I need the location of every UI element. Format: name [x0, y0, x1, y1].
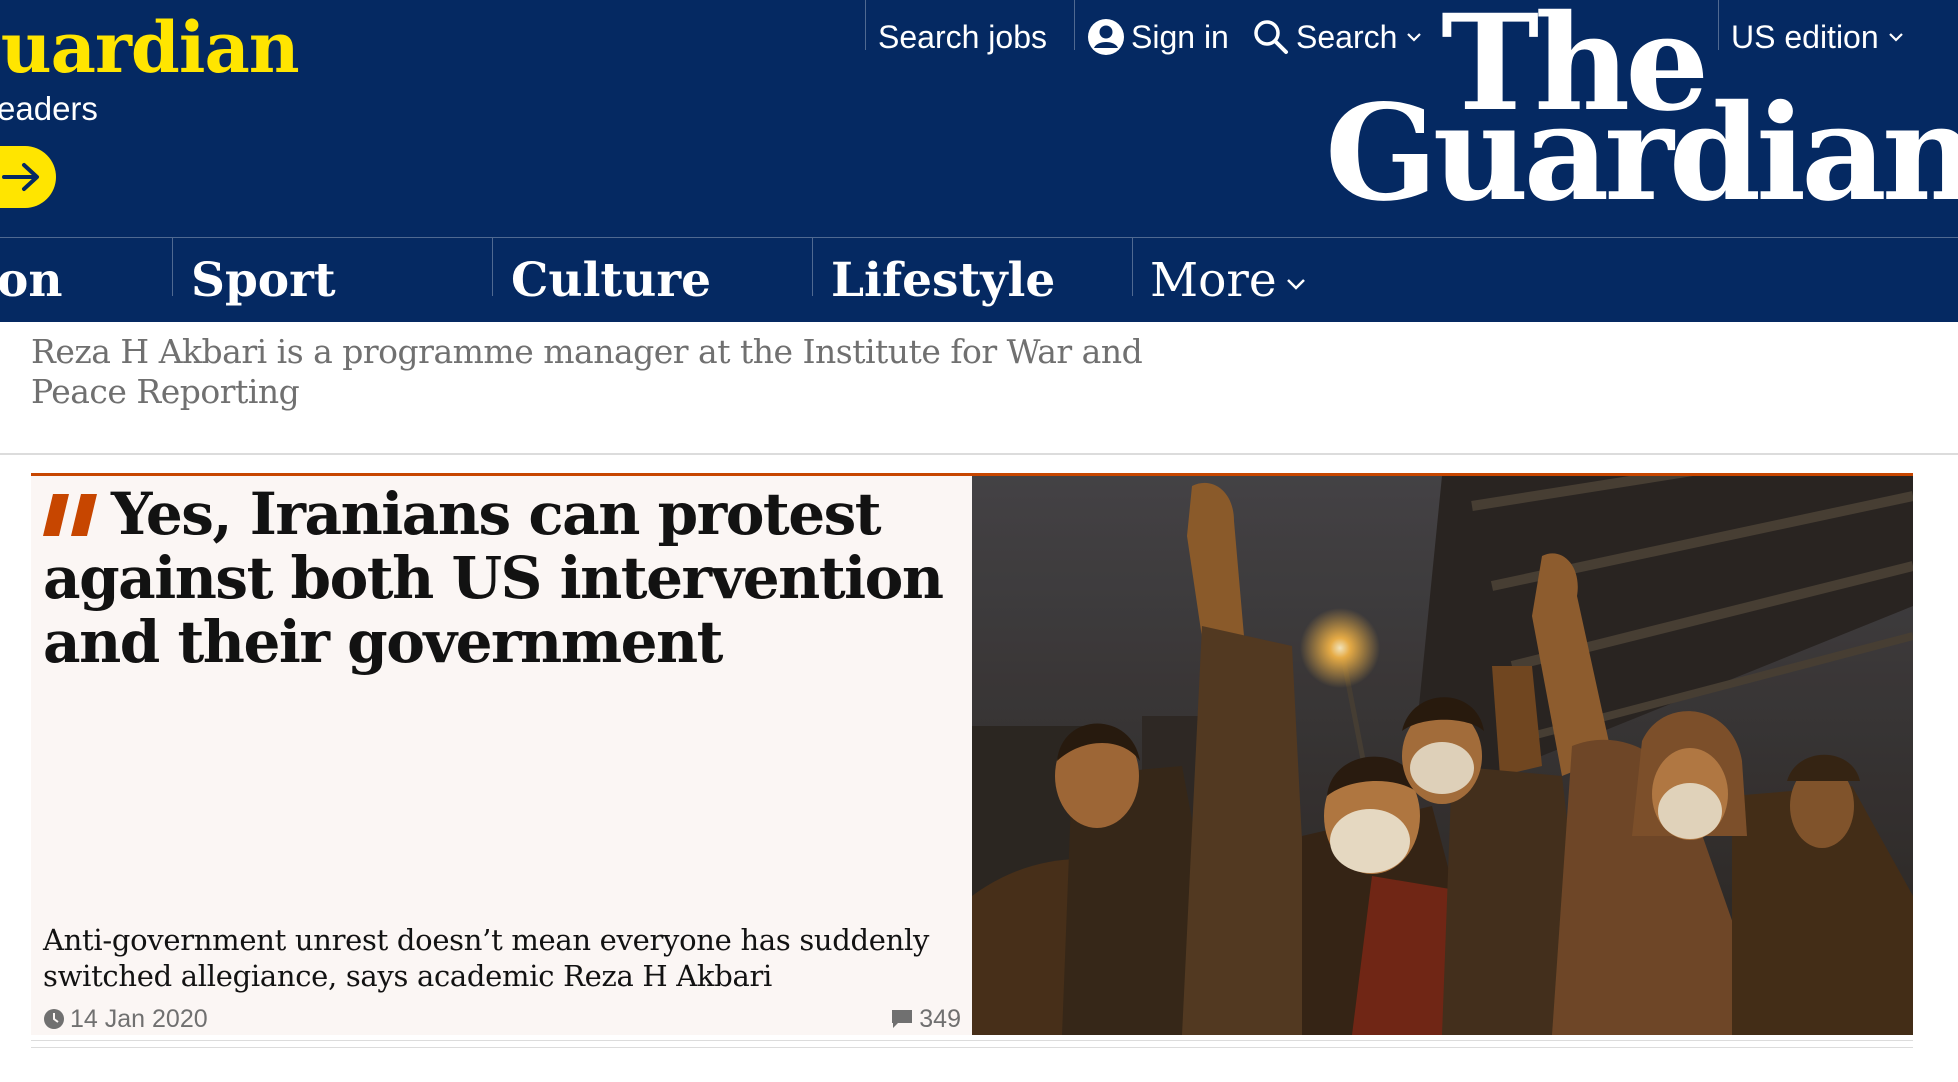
- masthead: Guardian by readers Search jobs Sign in …: [0, 0, 1958, 237]
- nav-item-opinion[interactable]: on: [0, 238, 63, 323]
- comment-count[interactable]: 349: [890, 1005, 961, 1034]
- search-jobs-link[interactable]: Search jobs: [878, 12, 1047, 62]
- search-jobs-label: Search jobs: [878, 18, 1047, 55]
- primary-nav: on Sport Culture Lifestyle More: [0, 237, 1958, 322]
- nav-divider: [492, 238, 493, 296]
- nav-item-sport[interactable]: Sport: [191, 238, 336, 323]
- article-image[interactable]: [972, 476, 1913, 1035]
- logo-line-2: Guardian: [1325, 76, 1958, 231]
- divider: [865, 0, 866, 50]
- article-headline[interactable]: Yes, Iranians can protest against both U…: [43, 482, 958, 674]
- user-icon: [1088, 19, 1124, 55]
- article-meta: 14 Jan 2020 349: [43, 1004, 961, 1034]
- divider: [0, 453, 1958, 455]
- nav-item-culture[interactable]: Culture: [511, 238, 711, 323]
- card-footer-rules: [31, 1040, 1913, 1060]
- sign-in-label: Sign in: [1131, 18, 1229, 55]
- nav-more-label: More: [1150, 253, 1277, 308]
- arrow-right-icon: [2, 163, 39, 191]
- protest-photo: [972, 476, 1913, 1035]
- nav-item-lifestyle[interactable]: Lifestyle: [831, 238, 1055, 323]
- article-timestamp: 14 Jan 2020: [43, 1005, 208, 1034]
- divider: [1074, 0, 1075, 50]
- clock-icon: [44, 1009, 64, 1029]
- card-text-panel: Yes, Iranians can protest against both U…: [31, 476, 972, 1035]
- sign-in-link[interactable]: Sign in: [1087, 12, 1229, 62]
- nav-divider: [812, 238, 813, 296]
- support-subtitle: by readers: [0, 90, 98, 127]
- nav-divider: [172, 238, 173, 296]
- support-title: Guardian: [0, 6, 300, 89]
- search-icon: [1254, 20, 1288, 54]
- divider: [31, 1040, 1913, 1041]
- chevron-down-icon: [1286, 278, 1305, 290]
- support-button[interactable]: [0, 146, 56, 208]
- comment-icon: [892, 1010, 913, 1028]
- article-date: 14 Jan 2020: [70, 1004, 208, 1033]
- guardian-logo[interactable]: The Guardian: [1325, 0, 1958, 220]
- article-standfirst: Anti-government unrest doesn’t mean ever…: [43, 923, 930, 993]
- comment-count-value: 349: [919, 1004, 961, 1033]
- author-bio: Reza H Akbari is a programme manager at …: [31, 332, 1143, 411]
- nav-item-more[interactable]: More: [1150, 238, 1307, 323]
- divider: [31, 1047, 1913, 1048]
- nav-divider: [1132, 238, 1133, 296]
- article-card[interactable]: Yes, Iranians can protest against both U…: [31, 473, 1913, 1035]
